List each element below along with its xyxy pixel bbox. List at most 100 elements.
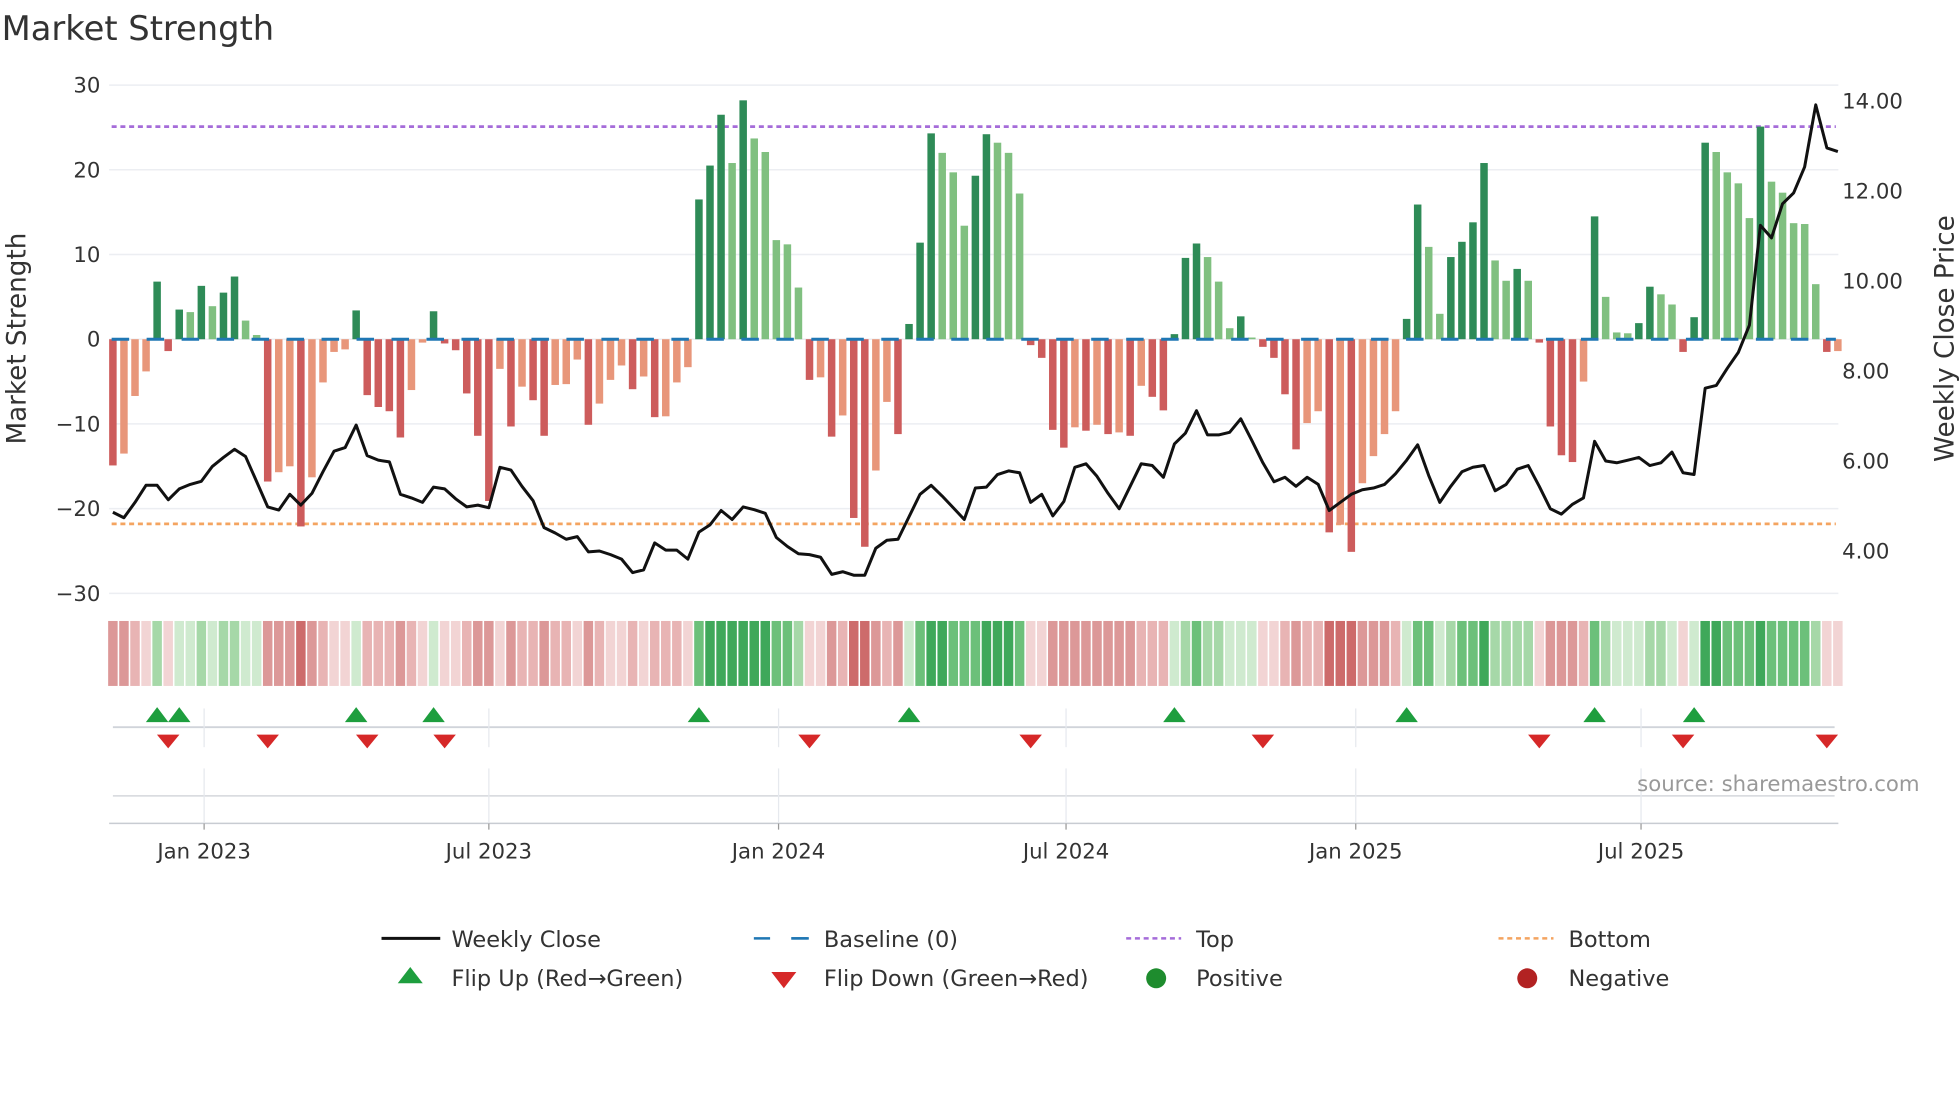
strip-cell [1645, 620, 1655, 686]
legend-weekly-close[interactable]: Weekly Close [381, 927, 601, 953]
strength-bar [1203, 257, 1212, 340]
legend-label: Top [1195, 927, 1234, 953]
strength-bar [529, 339, 537, 401]
flip-down-marker [1815, 734, 1839, 749]
strip-cell [119, 620, 129, 686]
strip-cell [1722, 620, 1733, 686]
strength-bar [109, 339, 117, 466]
strip-cell [1081, 620, 1091, 686]
legend-label: Negative [1568, 966, 1669, 992]
strip-cell [439, 620, 450, 686]
strip-cell [207, 620, 218, 686]
strength-bar [1480, 163, 1488, 340]
strength-bar [1568, 339, 1577, 463]
market-strength-chart: Market Strength 30 20 10 0 −10 −20 −30 14.00 12… [2, 9, 1960, 992]
strip-cell [1512, 620, 1522, 686]
strength-bar [1701, 142, 1709, 340]
strip-cell [1755, 620, 1766, 686]
flip-up-marker [1163, 707, 1186, 723]
strength-bar [407, 339, 416, 391]
strip-cell [351, 620, 361, 686]
strength-bar [639, 339, 648, 377]
strength-bar [1557, 339, 1566, 456]
strength-bar [1225, 328, 1234, 340]
x-axis-ticks: Jan 2023 Jul 2023 Jan 2024 Jul 2024 Jan 2025… [155, 823, 1684, 864]
strip-cell [1457, 620, 1467, 686]
flip-up-marker [687, 707, 711, 723]
strip-cell [1357, 620, 1368, 686]
strip-cell [848, 620, 859, 686]
strength-bar [1259, 339, 1267, 347]
legend-top[interactable]: Top [1126, 927, 1234, 953]
strength-bar [584, 339, 593, 425]
strip-cell [1258, 620, 1268, 686]
strip-cell [1501, 620, 1511, 686]
strip-cell [727, 620, 737, 686]
circle-red-icon [1517, 968, 1538, 989]
strength-bar [894, 339, 902, 435]
y2-tick-label: 12.00 [1842, 180, 1903, 205]
strength-bar [1579, 339, 1588, 382]
strength-bar [916, 242, 924, 340]
strength-bar [1635, 323, 1643, 340]
strength-bar [838, 339, 847, 416]
strength-bar [1668, 304, 1676, 340]
legend-positive[interactable]: Positive [1146, 966, 1283, 992]
strength-bar [241, 320, 250, 340]
legend-bottom[interactable]: Bottom [1498, 927, 1651, 953]
strip-cell [1390, 620, 1401, 686]
flip-down-marker [355, 734, 379, 749]
strip-cell [1114, 620, 1124, 686]
strength-bar [1137, 339, 1145, 386]
strength-bar [131, 339, 139, 396]
strength-bar [960, 225, 969, 340]
strength-bar [905, 323, 913, 340]
strip-cell [229, 620, 240, 686]
strip-cell [1468, 620, 1478, 686]
strength-bar [1248, 337, 1256, 340]
legend-label: Flip Down (Green→Red) [824, 966, 1089, 992]
legend-flip-down[interactable]: Flip Down (Green→Red) [771, 966, 1089, 992]
strength-bar [1590, 216, 1599, 340]
legend-flip-up[interactable]: Flip Up (Red→Green) [397, 966, 683, 992]
strength-bar [1181, 257, 1190, 340]
strength-bar [1823, 339, 1831, 352]
strip-cell [163, 620, 173, 686]
strip-cell [373, 620, 384, 686]
strength-bar [1336, 339, 1345, 525]
strip-cell [1634, 620, 1644, 686]
strength-bar [706, 165, 714, 340]
flip-up-marker [1682, 707, 1706, 723]
strength-bar [1424, 246, 1433, 340]
strip-cell [1788, 620, 1799, 686]
strength-bar [142, 339, 150, 372]
strip-cell [1003, 620, 1014, 686]
strength-bar [761, 152, 770, 340]
lower-panel [109, 768, 1839, 825]
strip-cell [1490, 620, 1500, 686]
strip-cell [428, 620, 439, 686]
flip-down-marker [256, 734, 279, 749]
y2-axis-ticks: 14.00 12.00 10.00 8.00 6.00 4.00 [1842, 90, 1903, 565]
strength-bar [208, 306, 217, 340]
strength-bar [1237, 316, 1245, 340]
strength-bar [816, 339, 825, 378]
strip-cell [1048, 620, 1058, 686]
strength-bar [883, 339, 891, 402]
legend-negative[interactable]: Negative [1517, 966, 1669, 992]
strength-bar [1690, 317, 1698, 340]
strength-bar [717, 114, 725, 340]
strip-cell [1401, 620, 1412, 686]
strength-bar [805, 339, 814, 380]
strength-bar [286, 339, 294, 467]
strength-heat-strip [108, 620, 1843, 686]
strength-bar [938, 152, 946, 340]
y-axis-ticks: 30 20 10 0 −10 −20 −30 [56, 74, 101, 607]
strip-cell [583, 620, 594, 686]
strength-bar [573, 339, 582, 360]
legend-baseline[interactable]: Baseline (0) [753, 927, 958, 953]
strength-bar [650, 339, 659, 418]
flip-up-marker [422, 707, 445, 723]
strip-cell [384, 620, 395, 686]
strip-cell [484, 620, 494, 686]
